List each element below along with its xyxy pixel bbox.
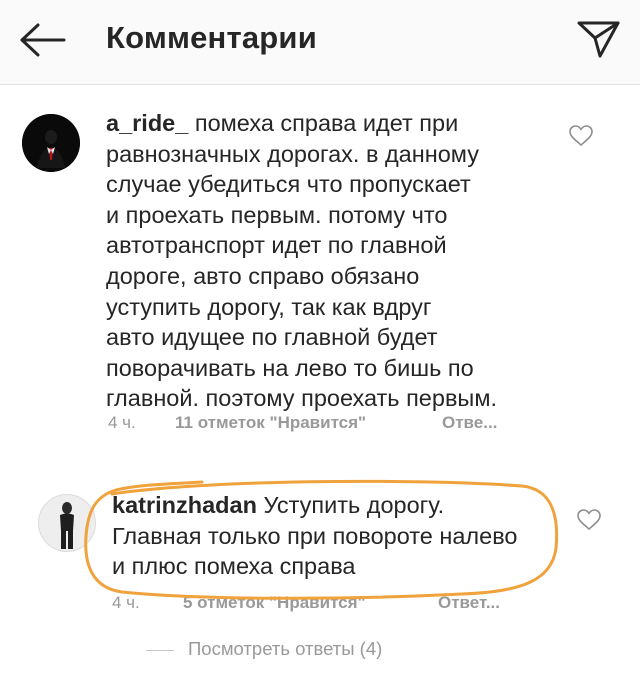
comment-username[interactable]: a_ride_ xyxy=(106,110,188,136)
comment-time: 4 ч. xyxy=(112,593,140,612)
comment-item: a_ride_ помеха справа идет при равнознач… xyxy=(0,100,640,440)
top-bar: Комментарии xyxy=(0,0,640,85)
comment-item: katrinzhadan Уступить дорогу. Главная то… xyxy=(0,480,640,620)
reply-link[interactable]: Ответ... xyxy=(438,593,500,613)
back-button[interactable] xyxy=(18,20,68,60)
replies-divider-line xyxy=(146,650,174,651)
comment-meta: 4 ч. 5 отметок "Нравится" Ответ... xyxy=(112,593,532,617)
likes-count-link[interactable]: 11 отметок "Нравится" xyxy=(175,413,366,433)
avatar-suit-figure xyxy=(22,114,80,172)
avatar[interactable] xyxy=(38,494,96,552)
like-button[interactable] xyxy=(576,508,602,532)
reply-link[interactable]: Отве... xyxy=(442,413,497,433)
heart-outline-icon xyxy=(577,509,601,530)
comment-body: katrinzhadan Уступить дорогу. Главная то… xyxy=(112,490,572,582)
like-button[interactable] xyxy=(568,124,594,148)
heart-outline-icon xyxy=(569,125,593,146)
comment-body: a_ride_ помеха справа идет при равнознач… xyxy=(106,108,546,414)
avatar-person-figure xyxy=(39,495,95,551)
comment-text: помеха справа идет при равнозначных доро… xyxy=(106,110,498,412)
share-button[interactable] xyxy=(574,14,622,62)
page-title: Комментарии xyxy=(106,20,317,55)
comment-meta: 4 ч. 11 отметок "Нравится" Отве... xyxy=(108,413,528,437)
avatar[interactable] xyxy=(22,114,80,172)
paper-plane-icon xyxy=(577,21,620,58)
comment-username[interactable]: katrinzhadan xyxy=(112,492,257,518)
likes-count-link[interactable]: 5 отметок "Нравится" xyxy=(183,593,366,613)
comment-time: 4 ч. xyxy=(108,413,136,432)
view-replies-label: Посмотреть ответы (4) xyxy=(188,638,383,659)
arrow-left-icon xyxy=(20,23,66,57)
